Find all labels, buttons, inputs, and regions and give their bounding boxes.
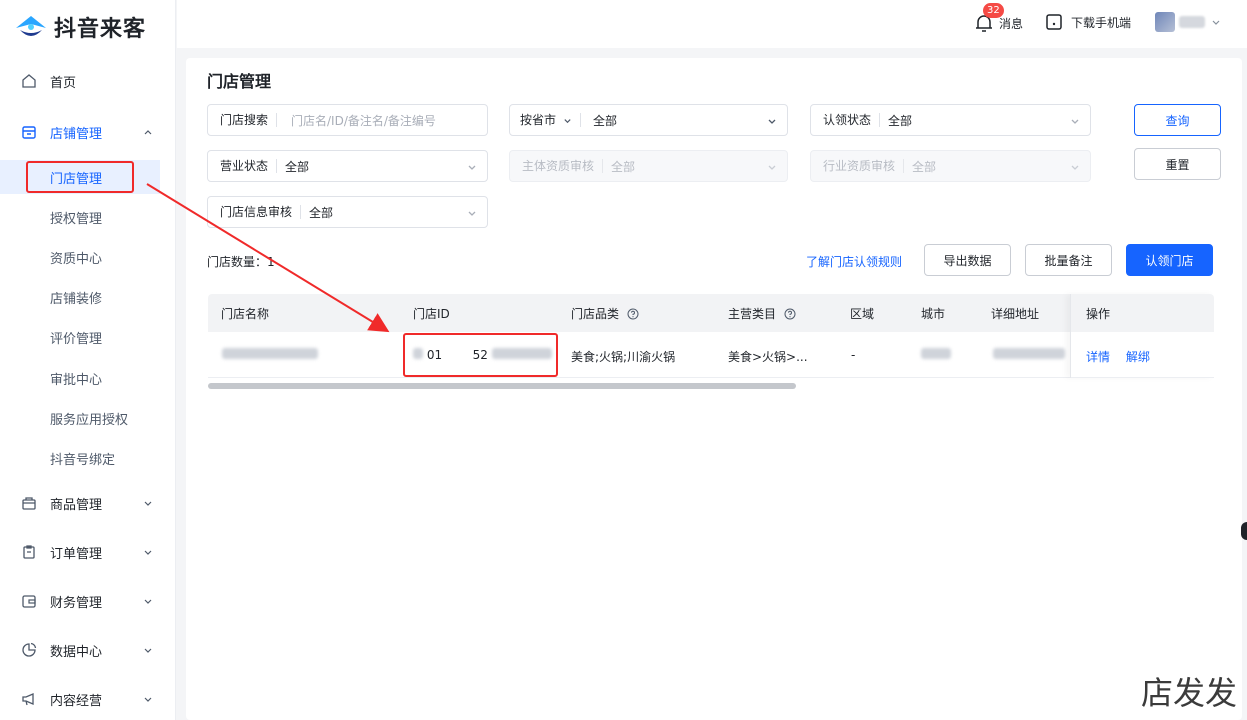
clipboard-icon — [20, 543, 38, 561]
sidebar-item-label: 订单管理 — [50, 546, 103, 562]
column-header: 区域 — [850, 307, 875, 321]
wallet-icon — [20, 592, 38, 610]
annotation-box-store-id — [403, 333, 558, 377]
sidebar-item-label: 店铺管理 — [50, 126, 103, 142]
download-app-button[interactable]: 下载手机端 — [1045, 13, 1131, 31]
sidebar-item-home[interactable]: 首页 — [0, 61, 176, 101]
help-icon[interactable] — [627, 308, 639, 320]
chevron-down-icon — [564, 119, 571, 124]
download-label: 下载手机端 — [1071, 15, 1132, 30]
topbar: 32 消息 下载手机端 — [177, 0, 1247, 48]
batch-note-button[interactable]: 批量备注 — [1025, 244, 1112, 276]
store-category-cell: 美食;火锅;川渝火锅 — [571, 350, 676, 364]
home-icon — [20, 72, 38, 90]
column-header: 主营类目 — [728, 305, 796, 322]
export-button[interactable]: 导出数据 — [924, 244, 1011, 276]
chevron-down-icon — [144, 550, 152, 555]
chevron-down-icon — [144, 599, 152, 604]
logo-icon — [16, 16, 46, 36]
app-logo[interactable]: 抖音来客 — [14, 10, 146, 44]
sidebar-subitem-reviews[interactable]: 评价管理 — [0, 320, 176, 354]
chevron-down-icon — [468, 211, 476, 216]
province-mode-select[interactable]: 按省市 — [520, 113, 582, 127]
chevron-down-icon — [768, 119, 776, 124]
column-header: 门店名称 — [221, 307, 270, 321]
operations-fixed-column — [1070, 294, 1214, 378]
phone-icon — [1046, 14, 1062, 30]
sidebar-item-content[interactable]: 内容经营 — [0, 679, 176, 719]
page-title: 门店管理 — [207, 72, 272, 91]
sidebar-item-store-management[interactable]: 店铺管理 — [0, 112, 176, 152]
info-review-select[interactable]: 门店信息审核 全部 — [207, 196, 488, 228]
sidebar-item-label: 数据中心 — [50, 644, 103, 660]
sidebar-subitem-app-auth[interactable]: 服务应用授权 — [0, 401, 176, 435]
column-header: 详细地址 — [991, 307, 1040, 321]
messages-label: 消息 — [999, 16, 1024, 31]
store-search-field[interactable]: 门店搜索 门店名/ID/备注名/备注编号 — [207, 104, 488, 136]
chevron-down-icon — [468, 165, 476, 170]
sidebar: 抖音来客 首页 店铺管理 门店管理 授权管理 资质中心 店铺装修 评价管理 审批… — [0, 0, 176, 720]
claim-rules-link[interactable]: 了解门店认领规则 — [806, 253, 902, 270]
corner-watermark: 店发发 — [1140, 674, 1237, 712]
chevron-down-icon — [144, 501, 152, 506]
sidebar-item-finance[interactable]: 财务管理 — [0, 581, 176, 621]
avatar — [1155, 12, 1175, 32]
main-card: 门店管理 门店搜索 门店名/ID/备注名/备注编号 按省市 全部 认领状态 全部… — [186, 58, 1242, 720]
store-icon — [20, 123, 38, 141]
sidebar-subitem-authorization[interactable]: 授权管理 — [0, 200, 176, 234]
entity-review-select: 主体资质审核 全部 — [509, 150, 788, 182]
sidebar-item-label: 财务管理 — [50, 595, 103, 611]
user-name-blurred — [1179, 16, 1205, 28]
help-icon[interactable] — [784, 308, 796, 320]
store-search-input[interactable]: 门店名/ID/备注名/备注编号 — [277, 112, 436, 129]
message-badge: 32 — [983, 3, 1004, 18]
floating-edge-handle[interactable] — [1241, 522, 1247, 540]
sidebar-subitem-qualification[interactable]: 资质中心 — [0, 240, 176, 274]
sidebar-item-orders[interactable]: 订单管理 — [0, 532, 176, 572]
industry-review-select: 行业资质审核 全部 — [810, 150, 1091, 182]
store-name-cell — [222, 348, 318, 362]
messages-button[interactable]: 32 消息 — [973, 3, 1024, 34]
chevron-down-icon — [1071, 119, 1079, 124]
column-header: 门店ID — [413, 307, 450, 321]
query-button[interactable]: 查询 — [1134, 104, 1221, 136]
business-status-select[interactable]: 营业状态 全部 — [207, 150, 488, 182]
column-header: 城市 — [921, 307, 946, 321]
chevron-down-icon — [144, 648, 152, 653]
chevron-down-icon — [144, 697, 152, 702]
chevron-down-icon — [1071, 165, 1079, 170]
sidebar-item-products[interactable]: 商品管理 — [0, 483, 176, 523]
main-category-cell: 美食>火锅>... — [728, 350, 808, 364]
store-count: 门店数量：1 — [207, 255, 275, 269]
pie-chart-icon — [20, 641, 38, 659]
column-header: 门店品类 — [571, 305, 639, 322]
region-cell: - — [851, 348, 856, 362]
address-cell — [993, 348, 1065, 362]
sidebar-subitem-decoration[interactable]: 店铺装修 — [0, 280, 176, 314]
app-name: 抖音来客 — [54, 17, 147, 42]
user-menu[interactable] — [1155, 12, 1221, 32]
city-cell — [921, 348, 951, 362]
table-header: 门店名称 门店ID 门店品类 主营类目 区域 城市 详细地址 操作 — [208, 294, 1214, 332]
claim-store-button[interactable]: 认领门店 — [1126, 244, 1213, 276]
horizontal-scrollbar[interactable] — [208, 383, 796, 389]
claim-status-select[interactable]: 认领状态 全部 — [810, 104, 1091, 136]
bag-icon — [20, 494, 38, 512]
sidebar-subitem-approval[interactable]: 审批中心 — [0, 361, 176, 395]
megaphone-icon — [20, 690, 38, 708]
sidebar-subitem-douyin-bind[interactable]: 抖音号绑定 — [0, 441, 176, 475]
sidebar-item-label: 内容经营 — [50, 693, 103, 709]
chevron-up-icon — [144, 130, 152, 135]
chevron-down-icon — [1212, 20, 1220, 25]
province-select[interactable]: 按省市 全部 — [509, 104, 788, 136]
sidebar-item-data-center[interactable]: 数据中心 — [0, 630, 176, 670]
reset-button[interactable]: 重置 — [1134, 148, 1221, 180]
blurred-store-name — [222, 348, 318, 359]
chevron-down-icon — [768, 165, 776, 170]
filter-label: 门店搜索 — [220, 113, 278, 127]
sidebar-item-label: 首页 — [50, 75, 77, 91]
table-row[interactable]: 01 52 美食;火锅;川渝火锅 美食>火锅>... - 详情 解绑 — [208, 332, 1214, 378]
annotation-box-sidebar — [26, 161, 134, 193]
sidebar-item-label: 商品管理 — [50, 497, 103, 513]
